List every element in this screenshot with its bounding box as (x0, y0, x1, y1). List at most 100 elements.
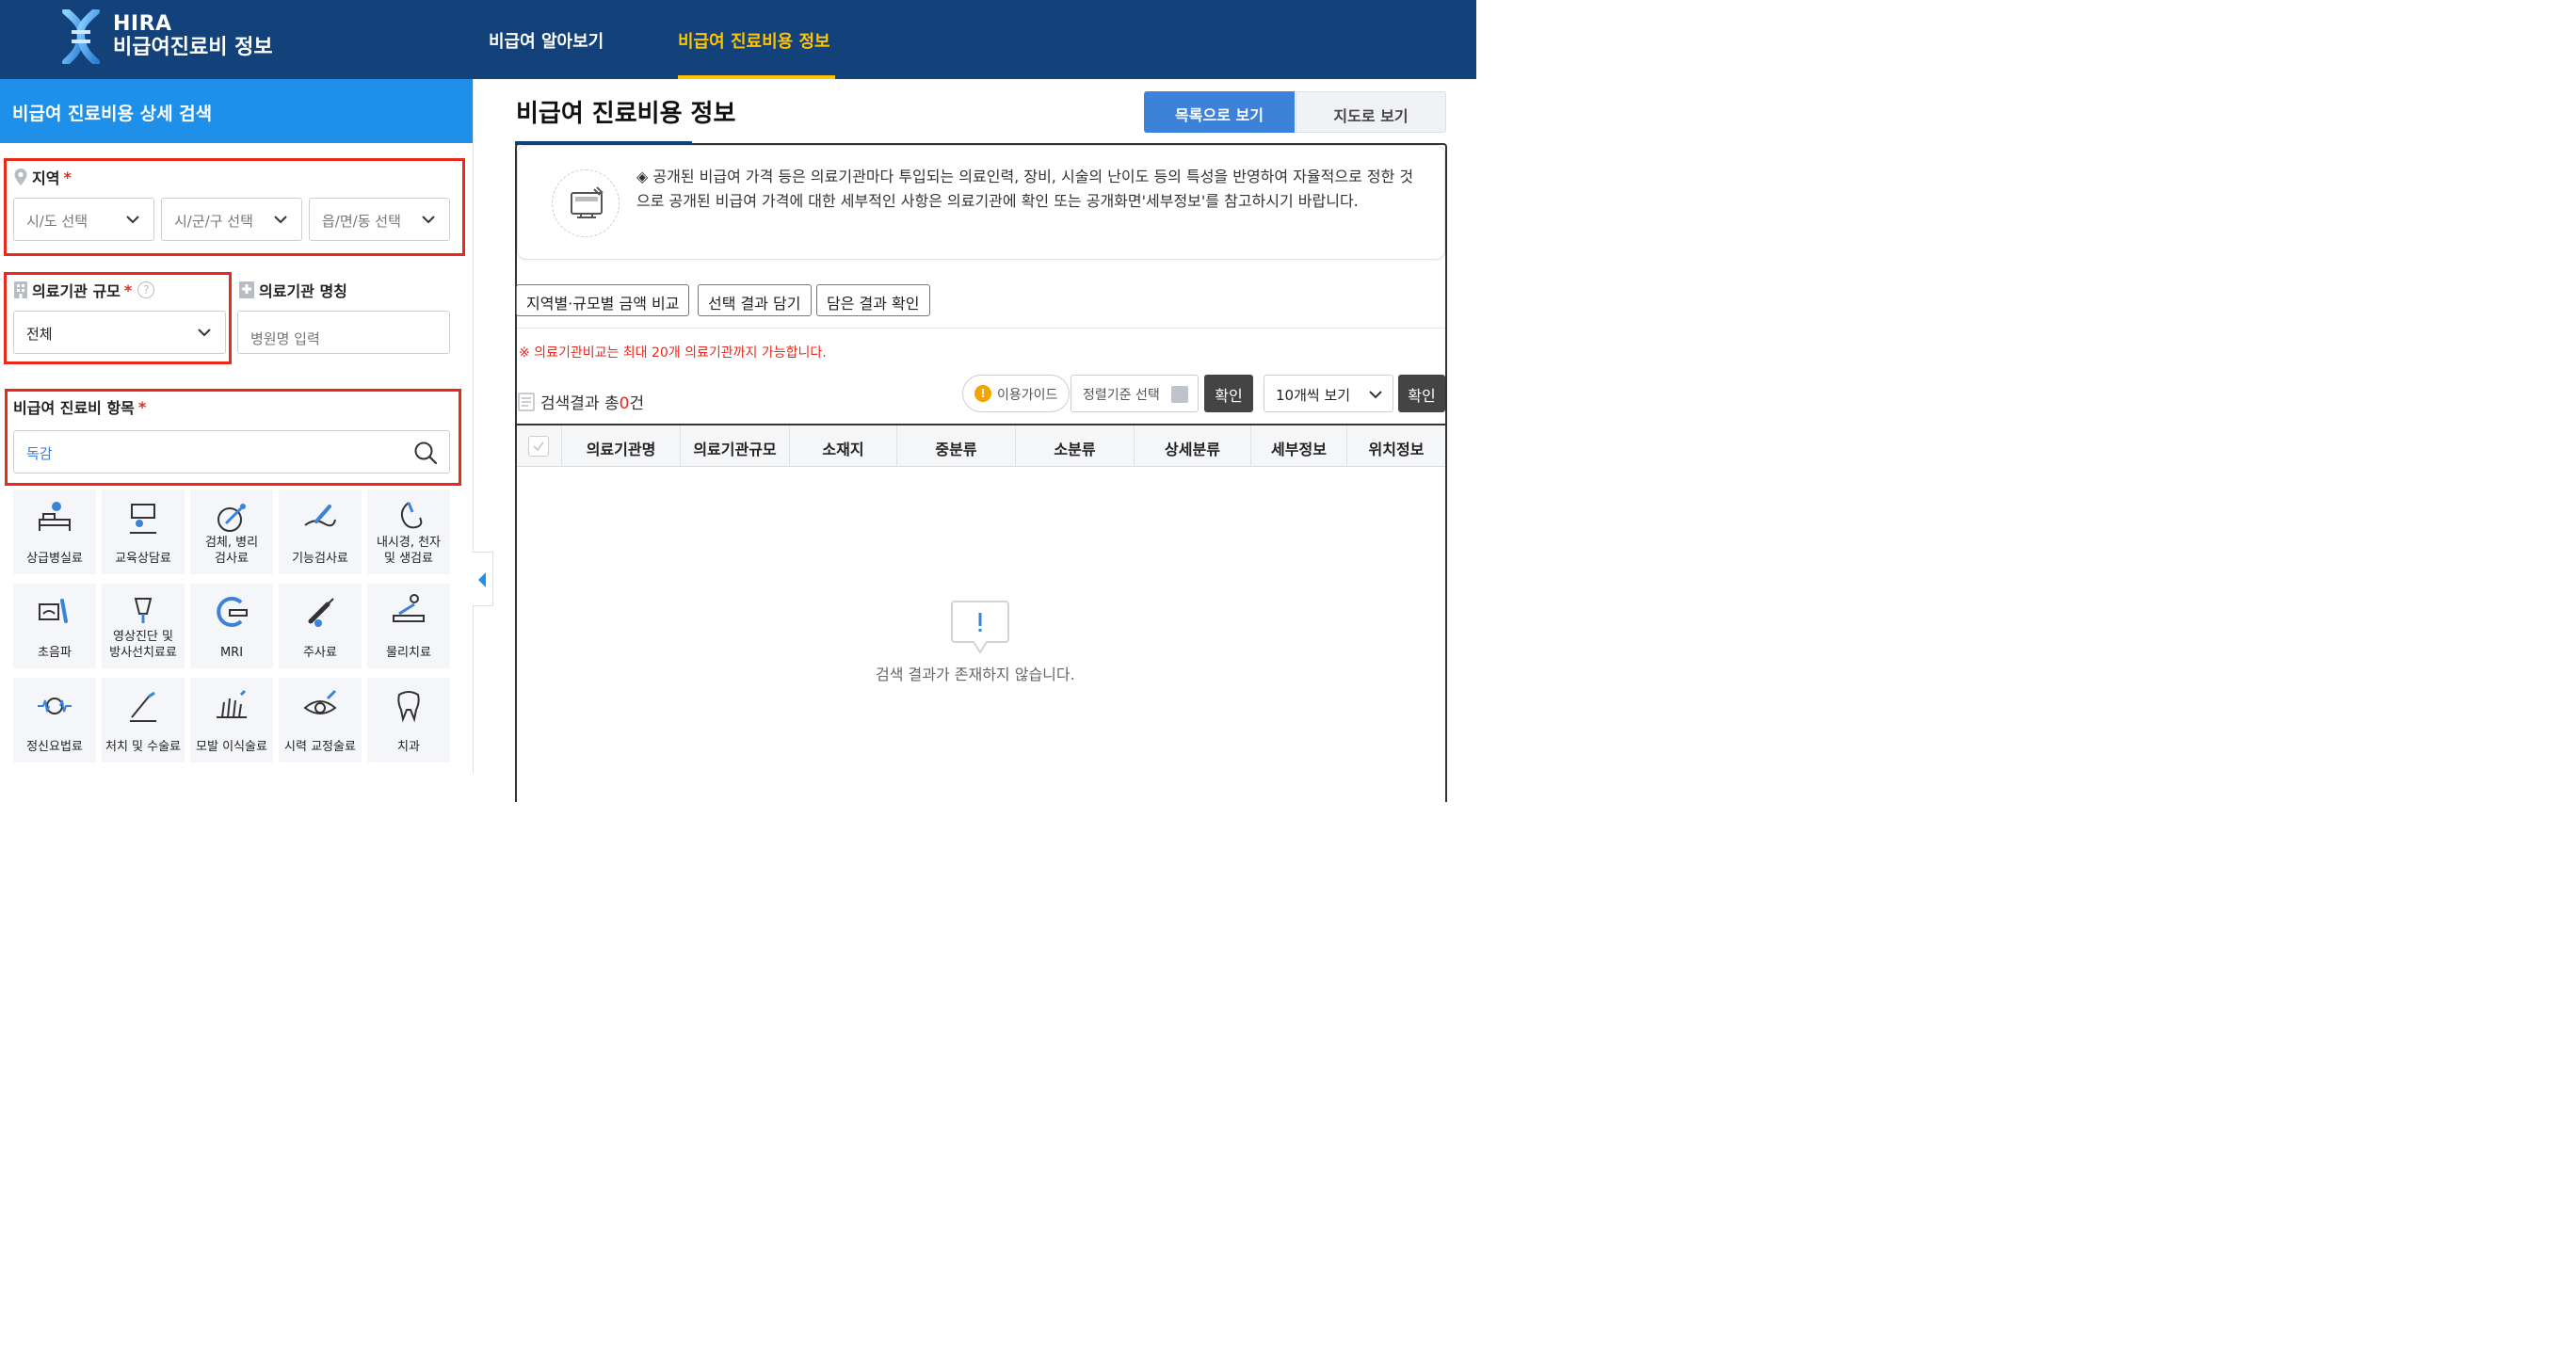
category-tile-label: 초음파 (13, 645, 96, 661)
usage-guide-button[interactable]: ! 이용가이드 (962, 375, 1070, 412)
view-saved-results-button[interactable]: 담은 결과 확인 (816, 284, 930, 316)
category-tile[interactable]: 검체, 병리 검사료 (190, 489, 273, 574)
sido-select[interactable]: 시/도 선택 (13, 198, 154, 241)
col-sub-category[interactable]: 소분류 (1016, 425, 1135, 467)
usage-guide-label: 이용가이드 (997, 388, 1058, 403)
eupmyeondong-select[interactable]: 읍/면/동 선택 (309, 198, 450, 241)
category-tile-label-line1: 영상진단 및 (113, 630, 173, 644)
sort-criteria-button[interactable]: 정렬기준 선택 (1071, 375, 1199, 412)
category-tile-label-line1: 내시경, 천자 (376, 536, 442, 550)
category-tile-label-line1: 검체, 병리 (204, 536, 259, 550)
chevron-down-icon (1369, 391, 1382, 399)
category-tile[interactable]: 교육상담료 (102, 489, 185, 574)
nav-about-noncovered[interactable]: 비급여 알아보기 (489, 28, 604, 53)
xray-icon (134, 598, 153, 623)
sort-confirm-button[interactable]: 확인 (1204, 375, 1253, 412)
add-selection-button[interactable]: 선택 결과 담기 (698, 284, 812, 316)
category-tile[interactable]: 물리치료 (367, 584, 450, 668)
result-prefix: 검색결과 총 (540, 394, 620, 413)
institution-name-input[interactable] (237, 311, 450, 354)
col-location-info[interactable]: 위치정보 (1347, 425, 1445, 467)
category-tile-label-line2: 방사선치료료 (109, 646, 177, 660)
function-test-icon (304, 505, 336, 527)
ultrasound-icon (39, 599, 68, 623)
chevron-down-icon (274, 216, 287, 224)
category-tile-label: 교육상담료 (102, 551, 185, 567)
hair-icon (217, 689, 247, 718)
hospital-cross-icon (239, 281, 254, 298)
region-label: 지역 * (13, 166, 72, 188)
notice-icon-circle (552, 169, 620, 237)
category-tile[interactable]: MRI (190, 584, 273, 668)
select-all-checkbox[interactable] (528, 436, 549, 457)
category-tile-label-line1: 기능검사료 (292, 552, 348, 566)
empty-result-icon (951, 601, 1009, 654)
scale-label: 의료기관 규모 * ? (13, 279, 155, 301)
col-institution-scale[interactable]: 의료기관규모 (681, 425, 790, 467)
surgery-icon (130, 691, 156, 722)
col-institution-name[interactable]: 의료기관명 (562, 425, 681, 467)
item-search-value: 독감 (26, 445, 53, 462)
category-tile-label-line1: 상급병실료 (26, 552, 83, 566)
scale-select[interactable]: 전체 (13, 311, 226, 354)
panel-divider (473, 79, 474, 773)
select-all-cell (517, 425, 562, 467)
category-tile[interactable]: 시력 교정술료 (279, 678, 362, 762)
specimen-icon (217, 504, 246, 532)
chevron-down-icon (126, 216, 139, 224)
col-detail-info[interactable]: 세부정보 (1251, 425, 1347, 467)
col-middle-category[interactable]: 중분류 (897, 425, 1016, 467)
map-view-button[interactable]: 지도로 보기 (1296, 91, 1446, 133)
category-tile-label: 시력 교정술료 (279, 739, 362, 755)
syringe-icon (308, 598, 334, 627)
category-tile[interactable]: 주사료 (279, 584, 362, 668)
col-location[interactable]: 소재지 (790, 425, 897, 467)
category-tile[interactable]: 초음파 (13, 584, 96, 668)
brain-wave-icon (38, 698, 72, 714)
sigungu-select[interactable]: 시/군/구 선택 (161, 198, 302, 241)
col-detail-category[interactable]: 상세분류 (1135, 425, 1251, 467)
per-page-confirm-button[interactable]: 확인 (1398, 375, 1445, 412)
category-tile-label-line1: MRI (219, 646, 244, 660)
category-tile[interactable]: 모발 이식술료 (190, 678, 273, 762)
result-count-number: 0 (619, 394, 630, 413)
endoscope-icon (400, 502, 423, 529)
category-tile-label: 영상진단 및방사선치료료 (102, 629, 185, 661)
empty-result-text: 검색 결과가 존재하지 않습니다. (876, 666, 1075, 683)
category-tile-label: 모발 이식술료 (190, 739, 273, 755)
list-view-button[interactable]: 목록으로 보기 (1144, 91, 1295, 133)
category-tile[interactable]: 내시경, 천자 및 생검료 (367, 489, 450, 574)
sort-criteria-label: 정렬기준 선택 (1083, 388, 1160, 403)
category-tile-label: 처치 및 수술료 (102, 739, 185, 755)
category-tile-label-line1: 정신요법료 (26, 740, 83, 754)
category-tile[interactable]: 정신요법료 (13, 678, 96, 762)
noncovered-item-search-input[interactable]: 독감 (13, 430, 450, 473)
category-tile[interactable]: 상급병실료 (13, 489, 96, 574)
physio-icon (393, 594, 425, 622)
category-tile-label: 검체, 병리 검사료 (190, 535, 273, 567)
price-monitor-icon (571, 186, 604, 218)
collapse-panel-tab[interactable] (473, 552, 493, 606)
help-icon[interactable]: ? (137, 281, 155, 298)
detail-search-title: 비급여 진료비용 상세 검색 (0, 79, 473, 143)
institution-name-label-text: 의료기관 명칭 (259, 282, 347, 300)
scale-select-value: 전체 (26, 326, 53, 343)
tooth-icon (397, 691, 420, 723)
category-tile[interactable]: 처치 및 수술료 (102, 678, 185, 762)
location-pin-icon (14, 168, 27, 185)
category-tile[interactable]: 영상진단 및방사선치료료 (102, 584, 185, 668)
eupmyeondong-select-value: 읍/면/동 선택 (322, 213, 401, 230)
category-tile-label-line1: 시력 교정술료 (284, 740, 356, 754)
category-tile-label: 내시경, 천자 및 생검료 (367, 535, 450, 567)
noncovered-item-label-text: 비급여 진료비 항목 (13, 399, 135, 417)
category-tile-label: 정신요법료 (13, 739, 96, 755)
category-tile[interactable]: 치과 (367, 678, 450, 762)
search-icon[interactable] (413, 441, 438, 465)
compare-by-region-scale-button[interactable]: 지역별·규모별 금액 비교 (516, 284, 690, 316)
category-tile-label: MRI (190, 645, 273, 661)
per-page-select[interactable]: 10개씩 보기 (1264, 375, 1393, 412)
nav-noncovered-cost-info[interactable]: 비급여 진료비용 정보 (678, 28, 830, 53)
info-alert-icon: ! (974, 385, 991, 402)
site-logo[interactable]: HIRA 비급여진료비 정보 (60, 9, 273, 64)
category-tile[interactable]: 기능검사료 (279, 489, 362, 574)
